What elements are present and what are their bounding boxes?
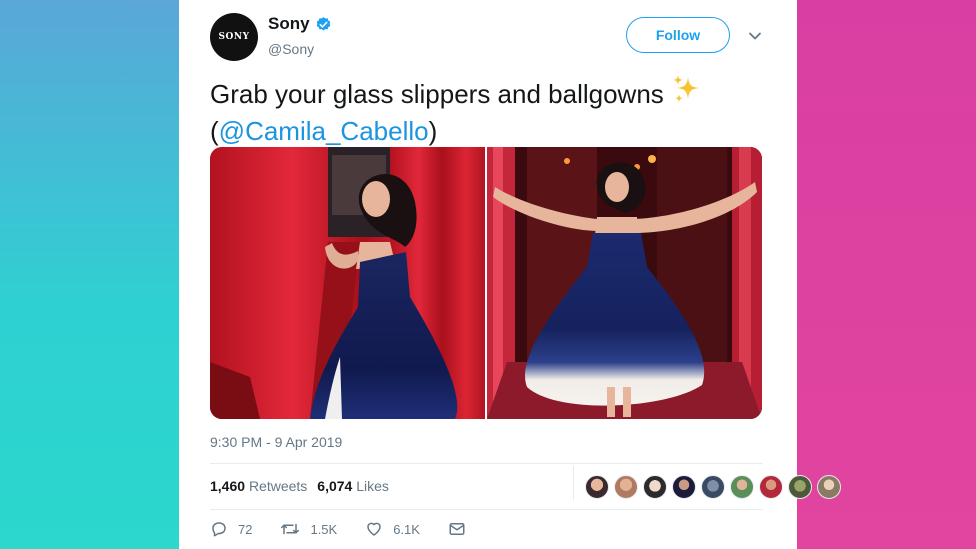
liker-avatar[interactable] bbox=[788, 475, 812, 499]
open-paren: ( bbox=[210, 116, 219, 146]
tweet-body: Grab your glass slippers and ballgowns bbox=[210, 79, 664, 109]
likes-count: 6,074 bbox=[317, 478, 353, 494]
liker-avatar[interactable] bbox=[585, 475, 609, 499]
account-name[interactable]: Sony bbox=[268, 14, 310, 34]
likes-label: Likes bbox=[356, 478, 389, 494]
like-button[interactable]: 6.1K bbox=[365, 520, 420, 538]
retweet-icon bbox=[281, 523, 300, 535]
direct-message-button[interactable] bbox=[448, 520, 476, 538]
avatar[interactable]: SONY bbox=[210, 13, 258, 61]
retweets-label: Retweets bbox=[248, 478, 308, 494]
liker-avatars bbox=[585, 475, 846, 499]
engagement-stats: 1,460 Retweets 6,074 Likes bbox=[210, 478, 399, 494]
account-handle[interactable]: @Sony bbox=[268, 41, 314, 57]
close-paren: ) bbox=[428, 116, 438, 146]
reply-count: 72 bbox=[238, 521, 253, 537]
retweets-stat[interactable]: 1,460 Retweets bbox=[210, 478, 307, 494]
name-row: Sony bbox=[268, 14, 332, 34]
background-right-gradient bbox=[796, 0, 976, 549]
retweets-count: 1,460 bbox=[210, 478, 246, 494]
action-bar: 72 1.5K 6.1K bbox=[210, 520, 504, 538]
retweet-count: 1.5K bbox=[310, 521, 338, 537]
background-left-gradient bbox=[0, 0, 180, 549]
reply-button[interactable]: 72 bbox=[210, 520, 252, 538]
liker-avatar[interactable] bbox=[672, 475, 696, 499]
follow-button[interactable]: Follow bbox=[626, 17, 730, 53]
photo-right[interactable] bbox=[487, 147, 762, 419]
liker-avatar[interactable] bbox=[643, 475, 667, 499]
chevron-down-icon[interactable] bbox=[747, 28, 763, 44]
divider-top bbox=[210, 463, 763, 464]
mention-link[interactable]: @Camila_Cabello bbox=[219, 116, 429, 146]
media-gallery bbox=[210, 147, 762, 419]
heart-icon bbox=[367, 522, 381, 536]
sparkles-icon bbox=[670, 74, 704, 114]
sony-logo: SONY bbox=[218, 32, 250, 42]
divider-bottom bbox=[210, 509, 763, 510]
liker-avatar[interactable] bbox=[759, 475, 783, 499]
verified-badge-icon bbox=[315, 16, 332, 33]
like-count: 6.1K bbox=[393, 521, 420, 537]
tweet-timestamp[interactable]: 9:30 PM - 9 Apr 2019 bbox=[210, 434, 342, 450]
liker-avatar[interactable] bbox=[817, 475, 841, 499]
retweet-button[interactable]: 1.5K bbox=[280, 520, 337, 538]
photo-left[interactable] bbox=[210, 147, 485, 419]
stats-separator bbox=[573, 466, 574, 500]
liker-avatar[interactable] bbox=[730, 475, 754, 499]
tweet-text: Grab your glass slippers and ballgowns (… bbox=[210, 74, 770, 148]
liker-avatar[interactable] bbox=[614, 475, 638, 499]
liker-avatar[interactable] bbox=[701, 475, 725, 499]
reply-icon bbox=[212, 522, 226, 537]
envelope-icon bbox=[449, 523, 465, 535]
tweet-card: SONY Sony @Sony Follow Grab your glass s… bbox=[179, 0, 841, 549]
likes-stat[interactable]: 6,074 Likes bbox=[317, 478, 389, 494]
